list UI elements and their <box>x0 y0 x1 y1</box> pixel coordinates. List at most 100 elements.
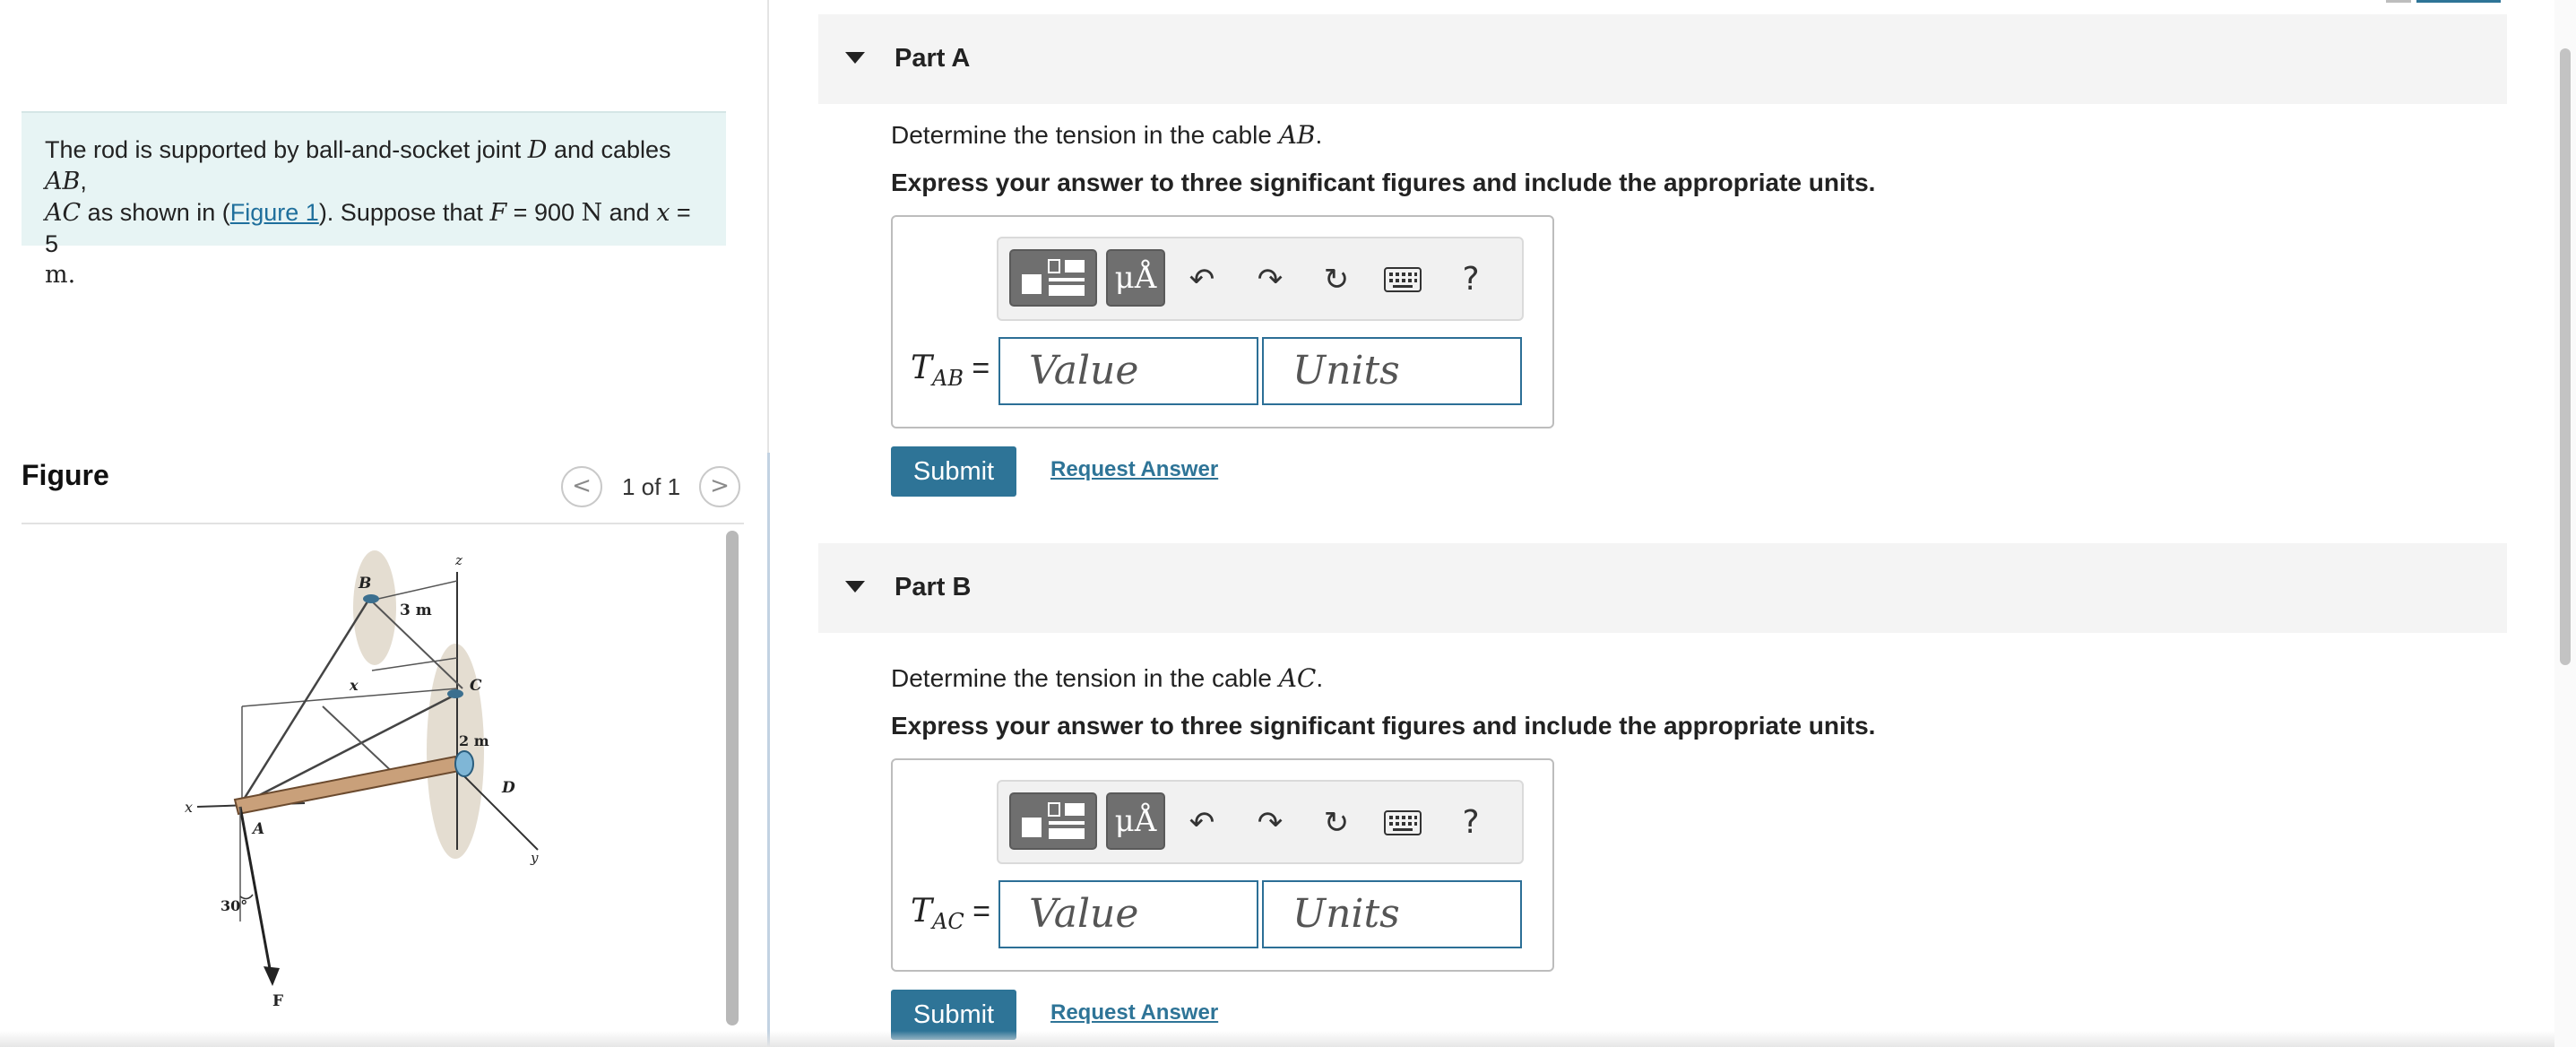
math-N: N <box>581 199 603 227</box>
top-link-underline[interactable] <box>2416 0 2501 3</box>
redo-icon: ↷ <box>1257 805 1284 841</box>
caret-down-icon[interactable] <box>845 52 865 64</box>
math-toolbar: μÅ ↶ ↷ ↻ ? <box>997 780 1524 864</box>
keyboard-button[interactable] <box>1380 798 1425 848</box>
value-input[interactable]: Value <box>998 880 1258 948</box>
force-arrowhead <box>264 966 280 986</box>
part-b-question: Determine the tension in the cable AC. <box>891 663 1323 693</box>
label-b: B <box>358 575 371 593</box>
math-cable: AC <box>1278 663 1317 693</box>
reset-icon: ↻ <box>1323 262 1350 298</box>
part-a-question: Determine the tension in the cable AB. <box>891 120 1322 150</box>
figure-next-button[interactable]: > <box>699 466 740 507</box>
help-button[interactable]: ? <box>1448 798 1493 848</box>
problem-text: ). Suppose that <box>318 199 490 226</box>
figure-title: Figure <box>22 459 109 491</box>
question-text: . <box>1316 664 1324 692</box>
figure-divider <box>22 523 744 524</box>
problem-text: as shown in ( <box>81 199 230 226</box>
answer-label: TAC = <box>911 893 990 934</box>
label-2m: 2 m <box>459 732 489 749</box>
units-button[interactable]: μÅ <box>1106 792 1165 850</box>
keyboard-icon <box>1384 810 1422 835</box>
question-text: . <box>1315 121 1323 149</box>
reset-button[interactable]: ↻ <box>1314 255 1359 305</box>
top-divider-fragment <box>2386 0 2411 3</box>
figure-scrollbar[interactable] <box>722 529 742 1031</box>
templates-icon <box>1022 259 1085 296</box>
help-icon: ? <box>1462 261 1480 298</box>
label-a: A <box>251 820 264 838</box>
undo-button[interactable]: ↶ <box>1180 255 1224 305</box>
socket-d <box>454 750 474 777</box>
math-m: m. <box>45 261 76 289</box>
problem-text: = 900 <box>506 199 582 226</box>
undo-button[interactable]: ↶ <box>1180 798 1224 848</box>
figure-link[interactable]: Figure 1 <box>230 199 319 226</box>
figure-prev-button[interactable]: < <box>561 466 602 507</box>
caret-down-icon[interactable] <box>845 581 865 593</box>
part-b-answer-box: μÅ ↶ ↷ ↻ ? TAC = Value Units <box>891 758 1554 972</box>
part-b-instruction: Express your answer to three significant… <box>891 712 1876 740</box>
figure-image: B z 3 m x C 2 m D x A y 30° F <box>185 550 539 1010</box>
math-D: D <box>527 136 548 164</box>
value-input[interactable]: Value <box>998 337 1258 405</box>
problem-text: and <box>602 199 657 226</box>
joint-c <box>447 689 463 698</box>
label-3m: 3 m <box>400 601 432 619</box>
units-input[interactable]: Units <box>1262 337 1522 405</box>
problem-text: The rod is supported by ball-and-socket … <box>45 136 528 163</box>
part-b-title: Part B <box>895 573 972 601</box>
units-input[interactable]: Units <box>1262 880 1522 948</box>
figure-scrollbar-thumb[interactable] <box>726 531 739 1025</box>
units-button[interactable]: μÅ <box>1106 249 1165 307</box>
templates-button[interactable] <box>1009 792 1097 850</box>
math-T: T <box>911 893 933 930</box>
reset-button[interactable]: ↻ <box>1314 798 1359 848</box>
undo-icon: ↶ <box>1189 262 1215 298</box>
equals-sign: = <box>964 895 991 929</box>
math-toolbar: μÅ ↶ ↷ ↻ ? <box>997 237 1524 321</box>
keyboard-button[interactable] <box>1380 255 1425 305</box>
request-answer-link[interactable]: Request Answer <box>1050 457 1218 482</box>
problem-text: , <box>80 168 87 195</box>
label-angle: 30° <box>220 897 247 914</box>
math-F: F <box>489 199 507 227</box>
equals-sign: = <box>963 351 990 385</box>
wall-shade-b <box>353 550 396 665</box>
keyboard-icon <box>1384 267 1422 292</box>
units-icon: μÅ <box>1114 803 1157 839</box>
bottom-shadow <box>0 1031 2554 1047</box>
column-resizer[interactable] <box>767 453 770 1047</box>
page-scrollbar[interactable] <box>2554 0 2576 1047</box>
rod <box>233 755 461 816</box>
templates-icon <box>1022 802 1085 839</box>
templates-button[interactable] <box>1009 249 1097 307</box>
redo-button[interactable]: ↷ <box>1248 798 1292 848</box>
submit-button[interactable]: Submit <box>891 446 1016 497</box>
math-AC: AC <box>45 199 82 227</box>
label-x-axis: x <box>185 799 193 816</box>
reset-icon: ↻ <box>1323 805 1350 841</box>
figure-counter: 1 of 1 <box>622 473 681 500</box>
part-a-instruction: Express your answer to three significant… <box>891 169 1876 196</box>
request-answer-link[interactable]: Request Answer <box>1050 1000 1218 1025</box>
part-b-header[interactable]: Part B <box>818 543 2507 633</box>
label-y: y <box>530 850 539 866</box>
label-z: z <box>454 552 462 568</box>
help-button[interactable]: ? <box>1448 255 1493 305</box>
problem-statement: The rod is supported by ball-and-socket … <box>22 111 726 289</box>
part-a-header[interactable]: Part A <box>818 14 2507 104</box>
redo-button[interactable]: ↷ <box>1248 255 1292 305</box>
math-x: x <box>656 199 670 227</box>
math-cable: AB <box>1278 120 1316 150</box>
question-text: Determine the tension in the cable <box>891 121 1279 149</box>
redo-icon: ↷ <box>1257 262 1284 298</box>
page-scrollbar-thumb[interactable] <box>2560 48 2571 665</box>
label-x-top: x <box>349 677 359 694</box>
part-a-answer-box: μÅ ↶ ↷ ↻ ? TAB = Value Units <box>891 215 1554 428</box>
chevron-left-icon: < <box>572 472 592 499</box>
label-c: C <box>470 677 482 695</box>
question-text: Determine the tension in the cable <box>891 664 1279 692</box>
cable-helper-2 <box>322 705 400 779</box>
